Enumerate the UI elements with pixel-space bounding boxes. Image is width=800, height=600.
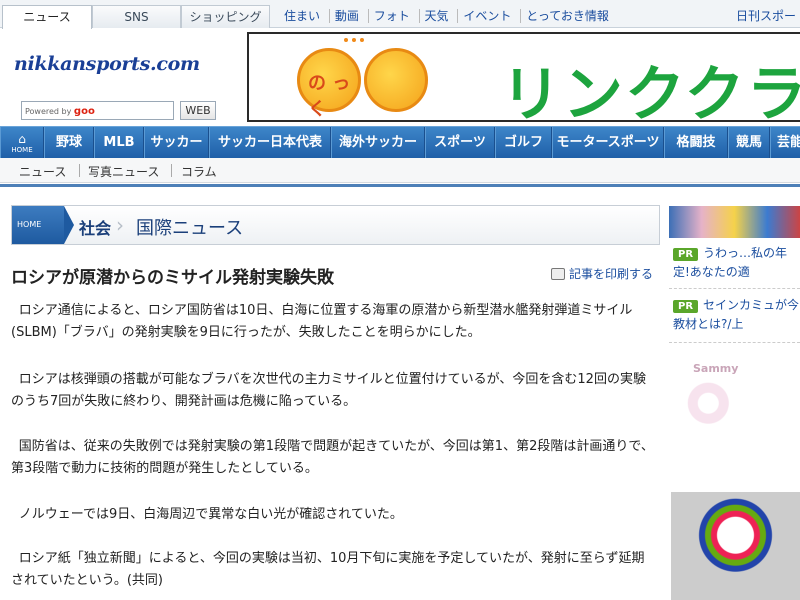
search-input[interactable]: Powered by goo bbox=[21, 101, 174, 120]
nav-item-sports[interactable]: スポーツ bbox=[425, 127, 495, 158]
nav-item-soccer-japan[interactable]: サッカー日本代表 bbox=[209, 127, 331, 158]
nav-item-golf[interactable]: ゴルフ bbox=[495, 127, 552, 158]
goo-logo: goo bbox=[73, 106, 95, 117]
main-nav: ⌂ HOME 野球 MLB サッカー サッカー日本代表 海外サッカー スポーツ … bbox=[0, 126, 800, 158]
top-link-photo[interactable]: フォト bbox=[367, 9, 415, 23]
article-paragraph: ロシア通信によると、ロシア国防省は10日、白海に位置する海軍の原潜から新型潜水艦… bbox=[11, 303, 633, 340]
top-bar: ニュース SNS ショッピング 住まい 動画 フォト 天気 イベント とっておき… bbox=[0, 0, 800, 29]
top-link-event[interactable]: イベント bbox=[457, 9, 517, 23]
tab-news[interactable]: ニュース bbox=[2, 5, 92, 29]
breadcrumb-subcategory[interactable]: 国際ニュース bbox=[136, 214, 243, 240]
banner-text: リンククラブ bbox=[501, 60, 800, 122]
tab-shopping[interactable]: ショッピング bbox=[181, 5, 270, 28]
sidebar-divider bbox=[669, 342, 800, 343]
brand-link[interactable]: 日刊スポー bbox=[736, 7, 796, 24]
pr-item[interactable]: PR うわっ…私の年定!あなたの適 bbox=[673, 244, 800, 282]
sidebar-photo[interactable] bbox=[669, 206, 800, 238]
article-paragraph: ロシア紙「独立新聞」によると、今回の実験は当初、10月下旬に実施を予定していたが… bbox=[11, 551, 645, 588]
nav-item-mlb[interactable]: MLB bbox=[94, 127, 144, 158]
article-headline: ロシアが原潜からのミサイル発射実験失敗 bbox=[11, 268, 334, 288]
top-link-tenki[interactable]: 天気 bbox=[418, 9, 454, 23]
sub-nav-photo-news[interactable]: 写真ニュース bbox=[88, 163, 159, 180]
breadcrumb: HOME 社会 › 国際ニュース bbox=[11, 205, 660, 245]
chevron-right-icon: › bbox=[116, 213, 124, 237]
print-article-link[interactable]: 記事を印刷する bbox=[551, 265, 653, 282]
article-paragraph: 国防省は、従来の失敗例では発射実験の第1段階で問題が起きていたが、今回は第1、第… bbox=[11, 439, 654, 476]
sun-rays-icon bbox=[344, 38, 364, 52]
ad-brand-label: Sammy bbox=[693, 362, 739, 375]
pachinko-machine-image bbox=[671, 492, 800, 600]
nav-item-overseas-soccer[interactable]: 海外サッカー bbox=[331, 127, 425, 158]
site-logo[interactable]: nikkansports.com bbox=[14, 53, 200, 75]
powered-by-label: Powered by bbox=[25, 107, 72, 116]
top-link-totteoki[interactable]: とっておき情報 bbox=[520, 9, 614, 23]
article-paragraph: ロシアは核弾頭の搭載が可能なブラバを次世代の主力ミサイルと位置付けているが、今回… bbox=[11, 372, 646, 409]
breadcrumb-home[interactable]: HOME bbox=[12, 206, 64, 244]
nav-home-label: HOME bbox=[11, 146, 33, 154]
print-label: 記事を印刷する bbox=[569, 267, 654, 281]
pr-item[interactable]: PR セインカミュが今教材とは?/上 bbox=[673, 296, 800, 334]
banner-badge-text: の っ く bbox=[308, 73, 351, 120]
sub-nav: ニュース 写真ニュース コラム bbox=[0, 158, 800, 183]
mascot-left-icon: の っ く bbox=[297, 48, 361, 120]
web-search-button[interactable]: WEB bbox=[180, 101, 216, 120]
home-icon: ⌂ bbox=[18, 132, 26, 146]
printer-icon bbox=[551, 268, 565, 280]
tab-sns[interactable]: SNS bbox=[92, 5, 181, 28]
nav-home[interactable]: ⌂ HOME bbox=[0, 127, 44, 158]
header-rule bbox=[0, 184, 800, 187]
breadcrumb-category[interactable]: 社会 bbox=[79, 215, 111, 239]
ad-banner[interactable]: の っ く リンククラブ bbox=[247, 32, 800, 122]
top-links: 住まい 動画 フォト 天気 イベント とっておき情報 bbox=[279, 7, 614, 24]
sub-nav-divider bbox=[79, 164, 80, 177]
pr-badge: PR bbox=[673, 300, 699, 313]
breadcrumb-arrow-icon bbox=[64, 206, 74, 244]
sidebar-divider bbox=[669, 288, 800, 289]
nav-item-yakyu[interactable]: 野球 bbox=[44, 127, 94, 158]
article-paragraph: ノルウェーでは9日、白海周辺で異常な白い光が確認されていた。 bbox=[18, 507, 403, 522]
top-link-douga[interactable]: 動画 bbox=[328, 9, 364, 23]
nav-item-motorsports[interactable]: モータースポーツ bbox=[552, 127, 664, 158]
sidebar-ad[interactable]: Sammy bbox=[669, 354, 800, 600]
pr-badge: PR bbox=[673, 248, 699, 261]
sub-nav-column[interactable]: コラム bbox=[181, 163, 217, 180]
mascot-right-icon bbox=[364, 48, 428, 112]
nav-item-soccer[interactable]: サッカー bbox=[144, 127, 209, 158]
nav-item-kakutougi[interactable]: 格闘技 bbox=[664, 127, 728, 158]
sub-nav-news[interactable]: ニュース bbox=[19, 163, 66, 180]
sub-nav-divider bbox=[171, 164, 172, 177]
nav-item-keiba[interactable]: 競馬 bbox=[728, 127, 770, 158]
nav-item-geinou[interactable]: 芸能 bbox=[770, 127, 800, 158]
top-link-sumai[interactable]: 住まい bbox=[279, 9, 325, 23]
